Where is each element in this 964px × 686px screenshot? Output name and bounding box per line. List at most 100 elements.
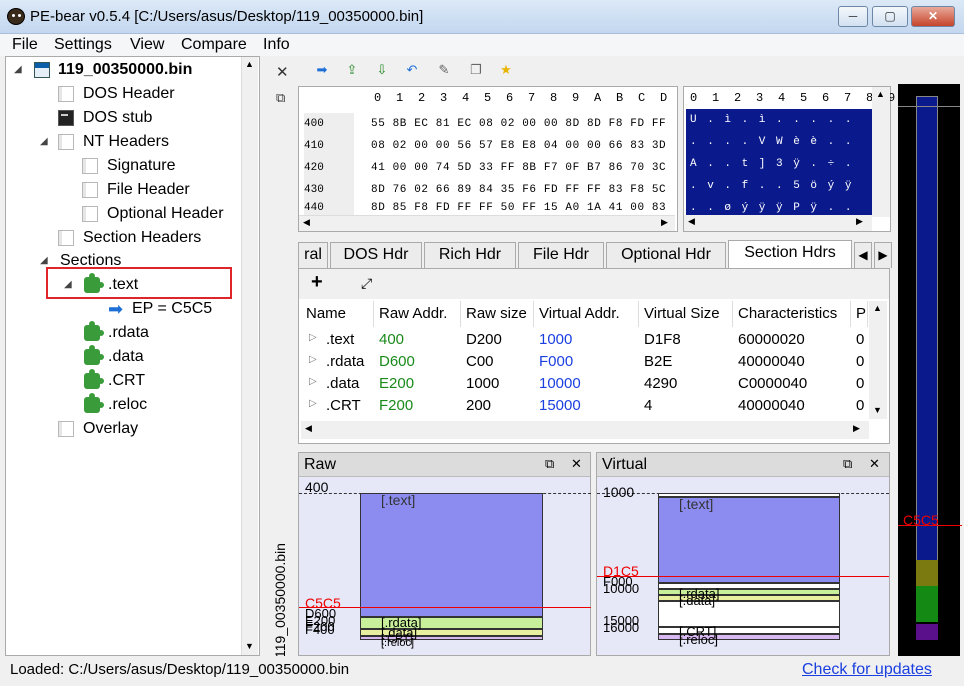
fit-icon[interactable]: ⤢ xyxy=(361,275,372,292)
file-tree: ◢ 119_00350000.bin DOS Header DOS stub ◢… xyxy=(5,56,260,656)
tree-label: NT Headers xyxy=(83,133,169,150)
section-headers-panel: + ⤢ Name Raw Addr. Raw size Virtual Addr. Vi… xyxy=(298,268,890,444)
float-panel-icon[interactable]: ⧉ xyxy=(545,456,554,472)
table-cell: D200 xyxy=(466,331,502,348)
table-row[interactable]: ▷ .text 400 D200 1000 D1F8 60000020 0 xyxy=(301,329,868,351)
scroll-right-icon[interactable]: ▶ xyxy=(853,423,860,434)
tab-general[interactable]: ral xyxy=(298,242,328,268)
table-row[interactable]: ▷ .data E200 1000 10000 4290 C0000040 0 xyxy=(301,373,868,395)
collapse-arrow-icon[interactable]: ◢ xyxy=(14,59,22,81)
vertical-file-label: 119_00350000.bin xyxy=(272,520,292,660)
overview-header-line xyxy=(898,106,960,107)
virtual-ep-line xyxy=(597,576,889,577)
minimize-button[interactable]: ─ xyxy=(838,6,868,27)
close-panel-icon[interactable]: ✕ xyxy=(571,456,582,472)
hex-column-label: 2 xyxy=(418,91,426,105)
menu-view[interactable]: View xyxy=(130,36,164,54)
column-header[interactable]: Virtual Size xyxy=(639,301,733,327)
ascii-horizontal-scrollbar[interactable]: ◀ ▶ xyxy=(684,215,872,231)
overview-data-region xyxy=(916,586,938,622)
file-overview-map[interactable]: C5C5 xyxy=(898,84,962,656)
pin-icon[interactable]: ✎ xyxy=(436,62,452,78)
scroll-down-icon[interactable]: ▼ xyxy=(245,641,254,651)
expand-arrow-icon[interactable]: ▷ xyxy=(309,398,317,409)
ascii-view[interactable]: 0123456789 U . ì . ì . . . . . . . . . V… xyxy=(683,86,895,232)
scroll-right-icon[interactable]: ▶ xyxy=(856,216,863,227)
close-panel-icon[interactable]: ✕ xyxy=(869,456,880,472)
hex-horizontal-scrollbar[interactable]: ◀ ▶ xyxy=(299,215,675,231)
star-icon[interactable]: ★ xyxy=(498,62,514,78)
document-icon xyxy=(82,182,98,198)
add-icon[interactable]: + xyxy=(311,271,323,294)
float-panel-icon[interactable]: ⧉ xyxy=(843,456,852,472)
scroll-down-icon[interactable]: ▼ xyxy=(873,405,882,415)
tab-scroll-right-icon[interactable]: ▶ xyxy=(874,242,892,268)
tab-optional-hdr[interactable]: Optional Hdr xyxy=(606,242,726,268)
tab-section-hdrs[interactable]: Section Hdrs xyxy=(728,240,852,270)
table-row[interactable]: ▷ .CRT F200 200 15000 4 40000040 0 xyxy=(301,395,868,417)
hex-bytes: 08 02 00 00 56 57 E8 E8 04 00 00 66 83 3… xyxy=(371,140,667,152)
ascii-body[interactable]: U . ì . ì . . . . . . . . . V W è è . . … xyxy=(686,109,872,217)
close-button[interactable]: ✕ xyxy=(911,6,955,27)
hex-row[interactable]: 410 08 02 00 00 56 57 E8 E8 04 00 00 66 8… xyxy=(299,135,674,157)
tab-rich-hdr[interactable]: Rich Hdr xyxy=(424,242,516,268)
scroll-right-icon[interactable]: ▶ xyxy=(661,217,668,228)
hex-row[interactable]: 440 8D 85 F8 FD FF FF 50 FF 15 A0 1A 41 0… xyxy=(299,201,674,215)
tree-label: Signature xyxy=(107,157,176,174)
scroll-up-icon[interactable]: ▲ xyxy=(876,89,885,99)
column-header[interactable]: Characteristics xyxy=(733,301,851,327)
scroll-left-icon[interactable]: ◀ xyxy=(305,423,312,434)
vertical-file-label-text: 119_00350000.bin xyxy=(272,543,288,658)
close-panel-icon[interactable]: ✕ xyxy=(276,63,289,81)
export-icon[interactable]: ⇪ xyxy=(344,62,360,78)
scroll-left-icon[interactable]: ◀ xyxy=(688,216,695,227)
hex-row[interactable]: 430 8D 76 02 66 89 84 35 F6 FD FF FF 83 F… xyxy=(299,179,674,201)
hex-view[interactable]: 0123456789ABCD 400 55 8B EC 81 EC 08 02 0… xyxy=(298,86,678,232)
virtual-16000-label: 16000 xyxy=(603,620,640,635)
puzzle-icon xyxy=(84,369,104,389)
column-header[interactable]: P xyxy=(851,301,868,327)
tree-root-label: 119_00350000.bin xyxy=(58,61,193,78)
menu-settings[interactable]: Settings xyxy=(54,36,112,54)
menu-info[interactable]: Info xyxy=(263,36,290,54)
undo-icon[interactable]: ↶ xyxy=(404,62,420,78)
table-horizontal-scrollbar[interactable]: ◀ ▶ xyxy=(301,421,869,439)
hex-column-label: 5 xyxy=(484,91,492,105)
table-row[interactable]: ▷ .rdata D600 C00 F000 B2E 40000040 0 xyxy=(301,351,868,373)
hex-column-label: 8 xyxy=(550,91,558,105)
import-icon[interactable]: ⇩ xyxy=(374,62,390,78)
expand-arrow-icon[interactable]: ▷ xyxy=(309,376,317,387)
float-panel-icon[interactable]: ⧉ xyxy=(276,90,285,106)
tree-scrollbar[interactable]: ▲ ▼ xyxy=(241,57,258,655)
column-header[interactable]: Name xyxy=(301,301,374,327)
collapse-arrow-icon[interactable]: ◢ xyxy=(40,131,48,153)
goto-arrow-icon[interactable]: ➡ xyxy=(314,62,330,78)
binary-file-icon xyxy=(34,62,50,78)
column-header[interactable]: Raw size xyxy=(461,301,534,327)
maximize-button[interactable]: ▢ xyxy=(872,6,908,27)
check-updates-link[interactable]: Check for updates xyxy=(802,661,932,679)
tree-label: EP = C5C5 xyxy=(132,300,213,317)
tab-scroll-left-icon[interactable]: ◀ xyxy=(854,242,872,268)
tab-file-hdr[interactable]: File Hdr xyxy=(518,242,604,268)
tree-item-root[interactable]: ◢ 119_00350000.bin xyxy=(14,59,234,81)
column-header[interactable]: Virtual Addr. xyxy=(534,301,639,327)
scroll-left-icon[interactable]: ◀ xyxy=(303,217,310,228)
virtual-address-label: 1000 xyxy=(603,484,635,500)
tab-dos-hdr[interactable]: DOS Hdr xyxy=(330,242,422,268)
ascii-vertical-scrollbar[interactable]: ▲ xyxy=(872,87,890,217)
hex-row[interactable]: 420 41 00 00 74 5D 33 FF 8B F7 0F B7 86 7… xyxy=(299,157,674,179)
hex-row[interactable]: 400 55 8B EC 81 EC 08 02 00 00 8D 8D F8 F… xyxy=(299,113,674,135)
column-header[interactable]: Raw Addr. xyxy=(374,301,461,327)
table-cell: C0000040 xyxy=(738,375,808,392)
menu-compare[interactable]: Compare xyxy=(181,36,247,54)
expand-arrow-icon[interactable]: ▷ xyxy=(309,354,317,365)
expand-arrow-icon[interactable]: ▷ xyxy=(309,332,317,343)
hex-offset: 430 xyxy=(304,179,354,201)
scroll-up-icon[interactable]: ▲ xyxy=(873,303,882,313)
table-vertical-scrollbar[interactable]: ▲ ▼ xyxy=(869,301,887,419)
scroll-up-icon[interactable]: ▲ xyxy=(245,59,254,69)
menu-file[interactable]: File xyxy=(12,36,38,54)
copy-icon[interactable]: ❐ xyxy=(468,62,484,78)
raw-text-block[interactable] xyxy=(360,493,543,617)
